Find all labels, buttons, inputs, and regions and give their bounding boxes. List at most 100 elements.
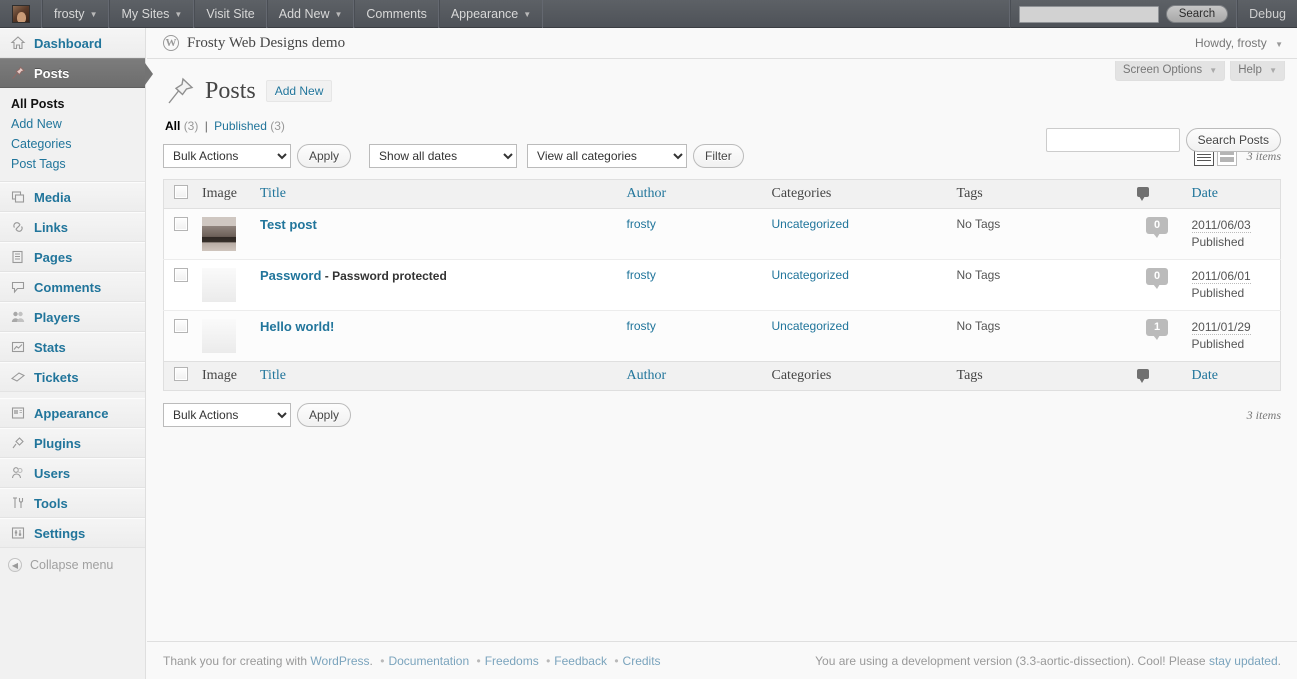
apply-button-bottom[interactable]: Apply: [297, 403, 351, 427]
screen-options-button[interactable]: Screen Options ▼: [1115, 61, 1225, 81]
post-category-link[interactable]: Uncategorized: [772, 268, 849, 282]
footer-bullet: •: [477, 654, 481, 668]
search-input[interactable]: [1046, 128, 1180, 152]
column-header-title-link[interactable]: Title: [260, 186, 286, 201]
sidebar-item-post-tags[interactable]: Post Tags: [0, 154, 145, 174]
add-new-button[interactable]: Add New: [266, 80, 333, 102]
row-title-cell: Test post: [253, 209, 620, 260]
filter-published-label[interactable]: Published: [214, 119, 267, 133]
column-header-title[interactable]: Title: [253, 180, 620, 209]
row-categories-cell: Uncategorized: [765, 311, 950, 362]
column-footer-title[interactable]: Title: [253, 362, 620, 391]
row-author-cell: frosty: [620, 209, 765, 260]
category-filter-select[interactable]: View all categories Uncategorized: [527, 144, 687, 168]
post-author-link[interactable]: frosty: [627, 319, 656, 333]
column-footer-title-link[interactable]: Title: [260, 368, 286, 383]
comment-count-badge[interactable]: 1: [1146, 319, 1168, 336]
post-thumbnail[interactable]: [202, 268, 236, 302]
sidebar-item-users[interactable]: Users: [0, 458, 145, 488]
sidebar-item-dashboard[interactable]: Dashboard: [0, 28, 145, 58]
sidebar-item-links[interactable]: Links: [0, 212, 145, 242]
date-filter-select[interactable]: Show all dates June 2011 January 2011: [369, 144, 517, 168]
post-category-link[interactable]: Uncategorized: [772, 319, 849, 333]
search-posts-button[interactable]: Search Posts: [1186, 128, 1281, 152]
admin-bar-item-appearance[interactable]: Appearance ▼: [439, 0, 543, 28]
post-title-link[interactable]: Hello world!: [260, 319, 334, 334]
bulk-actions-select-top[interactable]: Bulk Actions Edit Move to Trash: [163, 144, 291, 168]
comment-icon: [8, 277, 28, 297]
help-button[interactable]: Help ▼: [1230, 61, 1285, 81]
row-categories-cell: Uncategorized: [765, 260, 950, 311]
footer-version: You are using a development version (3.3…: [815, 654, 1281, 668]
sidebar-submenu-posts: All Posts Add New Categories Post Tags: [0, 88, 145, 182]
sidebar-item-media[interactable]: Media: [0, 182, 145, 212]
comment-count-badge[interactable]: 0: [1146, 217, 1168, 234]
post-thumbnail[interactable]: [202, 319, 236, 353]
post-author-link[interactable]: frosty: [627, 268, 656, 282]
sidebar-item-tools[interactable]: Tools: [0, 488, 145, 518]
admin-bar-item-debug[interactable]: Debug: [1237, 0, 1297, 28]
collapse-menu-button[interactable]: ◀ Collapse menu: [0, 550, 145, 580]
sidebar-label-links: Links: [34, 220, 68, 235]
bulk-actions-select-bottom[interactable]: Bulk Actions Edit Move to Trash: [163, 403, 291, 427]
row-comments-cell: 1: [1130, 311, 1185, 362]
sidebar-item-settings[interactable]: Settings: [0, 518, 145, 548]
row-checkbox[interactable]: [174, 268, 188, 282]
chevron-down-icon: ▼: [1209, 66, 1217, 75]
apply-button-top[interactable]: Apply: [297, 144, 351, 168]
row-checkbox[interactable]: [174, 217, 188, 231]
admin-bar-search-button[interactable]: Search: [1166, 5, 1228, 23]
column-footer-date[interactable]: Date: [1185, 362, 1281, 391]
post-category-link[interactable]: Uncategorized: [772, 217, 849, 231]
sidebar-item-add-new-post[interactable]: Add New: [0, 114, 145, 134]
sidebar-item-posts[interactable]: Posts: [0, 58, 145, 88]
admin-bar-item-visit-site[interactable]: Visit Site: [194, 0, 266, 28]
select-all-checkbox-bottom[interactable]: [174, 367, 188, 381]
footer-wordpress-link[interactable]: WordPress: [310, 654, 369, 668]
sidebar-label-plugins: Plugins: [34, 436, 81, 451]
admin-bar-avatar-item[interactable]: [0, 0, 42, 28]
sidebar-label-pages: Pages: [34, 250, 72, 265]
column-header-author-link[interactable]: Author: [627, 186, 667, 201]
admin-bar-search-input[interactable]: [1019, 6, 1159, 23]
post-date: 2011/01/29: [1192, 320, 1251, 335]
post-title-link[interactable]: Password: [260, 268, 321, 283]
post-author-link[interactable]: frosty: [627, 217, 656, 231]
footer-link-credits[interactable]: Credits: [623, 654, 661, 668]
filter-all-label[interactable]: All: [165, 119, 180, 133]
row-checkbox-cell: [164, 260, 196, 311]
footer-link-freedoms[interactable]: Freedoms: [485, 654, 539, 668]
row-checkbox[interactable]: [174, 319, 188, 333]
sidebar-item-pages[interactable]: Pages: [0, 242, 145, 272]
admin-bar-item-comments[interactable]: Comments: [354, 0, 438, 28]
sidebar-item-categories[interactable]: Categories: [0, 134, 145, 154]
sidebar-item-all-posts[interactable]: All Posts: [0, 94, 145, 114]
stay-updated-link[interactable]: stay updated: [1209, 654, 1278, 668]
admin-bar-item-my-sites[interactable]: My Sites ▼: [109, 0, 194, 28]
sidebar-item-plugins[interactable]: Plugins: [0, 428, 145, 458]
column-header-date[interactable]: Date: [1185, 180, 1281, 209]
column-footer-date-link[interactable]: Date: [1192, 368, 1218, 383]
footer-link-feedback[interactable]: Feedback: [554, 654, 607, 668]
select-all-checkbox-top[interactable]: [174, 185, 188, 199]
sidebar-item-tickets[interactable]: Tickets: [0, 362, 145, 392]
column-header-date-link[interactable]: Date: [1192, 186, 1218, 201]
sidebar-item-comments[interactable]: Comments: [0, 272, 145, 302]
sidebar-item-players[interactable]: Players: [0, 302, 145, 332]
admin-bar-item-account[interactable]: frosty ▼: [42, 0, 109, 28]
sidebar-item-appearance[interactable]: Appearance: [0, 398, 145, 428]
howdy-menu[interactable]: Howdy, frosty ▼: [1195, 36, 1283, 50]
post-title-link[interactable]: Test post: [260, 217, 317, 232]
comment-count-badge[interactable]: 0: [1146, 268, 1168, 285]
admin-bar-item-add-new[interactable]: Add New ▼: [267, 0, 355, 28]
column-header-author[interactable]: Author: [620, 180, 765, 209]
admin-bar: frosty ▼ My Sites ▼ Visit Site Add New ▼…: [0, 0, 1297, 28]
column-footer-author[interactable]: Author: [620, 362, 765, 391]
filter-button[interactable]: Filter: [693, 144, 744, 168]
column-footer-author-link[interactable]: Author: [627, 368, 667, 383]
footer-link-documentation[interactable]: Documentation: [388, 654, 469, 668]
sidebar-label-appearance: Appearance: [34, 406, 108, 421]
sidebar-item-stats[interactable]: Stats: [0, 332, 145, 362]
main-content: W Frosty Web Designs demo Howdy, frosty …: [147, 28, 1297, 679]
post-thumbnail[interactable]: [202, 217, 236, 251]
